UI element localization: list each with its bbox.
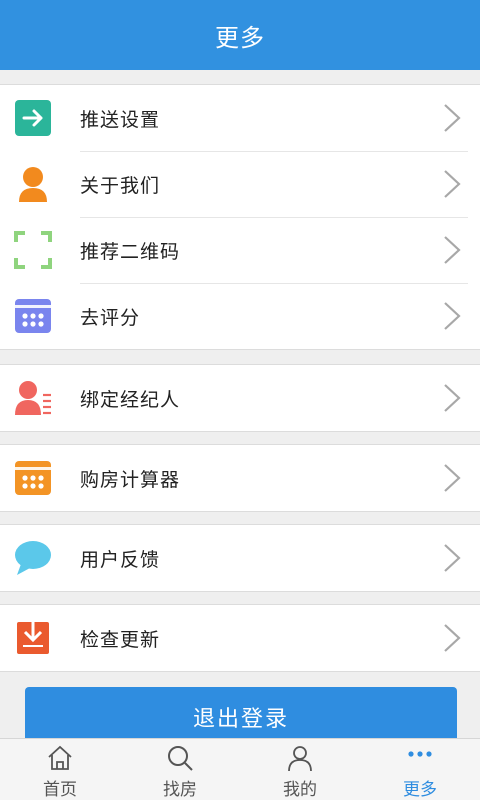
menu-group-1: 推送设置 关于我们 推荐二维码 去评分	[0, 84, 480, 350]
chevron-right-icon	[442, 622, 462, 654]
header-bar: 更多	[0, 0, 480, 70]
menu-item-label: 关于我们	[80, 174, 161, 197]
chat-bubble-icon	[13, 538, 53, 578]
app-root: 更多 推送设置 关于我们 推荐二维码 去评分 绑定经纪人 购房计算器 用户反馈 …	[0, 0, 480, 800]
chevron-right-icon	[442, 542, 462, 574]
menu-item-label: 推荐二维码	[80, 240, 181, 263]
menu-group-5: 检查更新	[0, 604, 480, 672]
chevron-right-icon	[442, 168, 462, 200]
arrow-right-icon	[13, 98, 53, 138]
menu-item-label: 购房计算器	[80, 468, 181, 491]
menu-item-bind-agent[interactable]: 绑定经纪人	[0, 365, 480, 431]
tab-home[interactable]: 首页	[0, 739, 120, 800]
menu-group-3: 购房计算器	[0, 444, 480, 512]
search-icon	[165, 743, 195, 773]
download-icon	[13, 618, 53, 658]
tab-mine[interactable]: 我的	[240, 739, 360, 800]
menu-item-label: 去评分	[80, 306, 141, 329]
menu-group-4: 用户反馈	[0, 524, 480, 592]
menu-item-referral-qr[interactable]: 推荐二维码	[0, 217, 480, 283]
tab-label: 找房	[163, 780, 197, 800]
menu-item-user-feedback[interactable]: 用户反馈	[0, 525, 480, 591]
calendar-dots-icon	[13, 296, 53, 336]
qr-scan-frame-icon	[13, 230, 53, 270]
more-dots-icon	[405, 743, 435, 773]
chevron-right-icon	[442, 300, 462, 332]
chevron-right-icon	[442, 102, 462, 134]
tab-find-house[interactable]: 找房	[120, 739, 240, 800]
chevron-right-icon	[442, 462, 462, 494]
chevron-right-icon	[442, 234, 462, 266]
chevron-right-icon	[442, 382, 462, 414]
tab-label: 首页	[43, 780, 77, 800]
agent-person-icon	[13, 378, 53, 418]
menu-item-label: 检查更新	[80, 628, 161, 651]
calculator-icon	[13, 458, 53, 498]
tab-label: 更多	[403, 780, 437, 800]
menu-group-2: 绑定经纪人	[0, 364, 480, 432]
page-title: 更多	[215, 23, 265, 52]
menu-item-label: 绑定经纪人	[80, 388, 181, 411]
user-icon	[285, 743, 315, 773]
person-icon	[13, 164, 53, 204]
tab-more[interactable]: 更多	[360, 739, 480, 800]
menu-item-label: 推送设置	[80, 108, 161, 131]
menu-item-rate[interactable]: 去评分	[0, 283, 480, 349]
menu-item-label: 用户反馈	[80, 548, 161, 571]
menu-item-push-settings[interactable]: 推送设置	[0, 85, 480, 151]
home-icon	[45, 743, 75, 773]
menu-item-check-update[interactable]: 检查更新	[0, 605, 480, 671]
bottom-tab-bar: 首页 找房 我的 更多	[0, 738, 480, 800]
tab-label: 我的	[283, 780, 317, 800]
menu-item-about-us[interactable]: 关于我们	[0, 151, 480, 217]
menu-item-mortgage-calculator[interactable]: 购房计算器	[0, 445, 480, 511]
